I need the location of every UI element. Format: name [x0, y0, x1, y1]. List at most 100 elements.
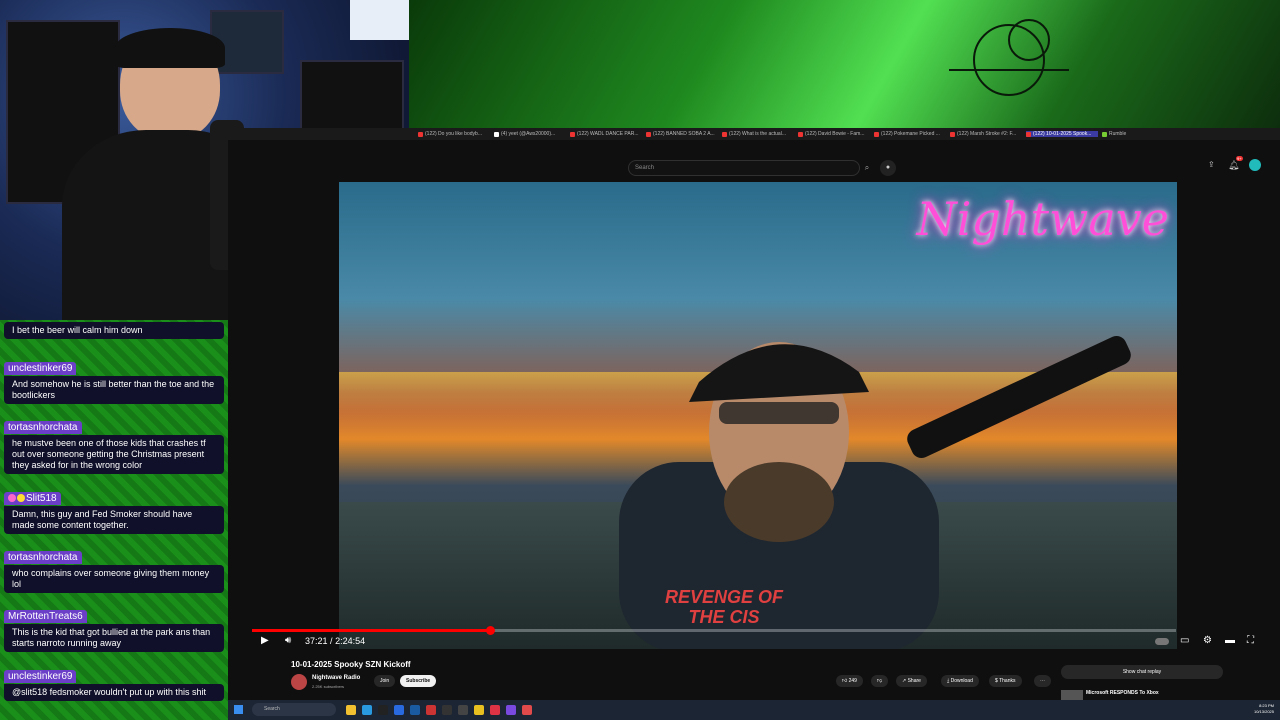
- search-icon[interactable]: ⌕: [860, 160, 874, 176]
- thanks-button[interactable]: $ Thanks: [989, 675, 1022, 687]
- tab-label: (122) Pokemane Picked ...: [881, 131, 940, 137]
- browser-tab[interactable]: (122) David Bowie - Fam...: [798, 131, 870, 137]
- banner-art: [949, 19, 1069, 96]
- youtube-icon: [646, 131, 651, 137]
- app-icon[interactable]: [426, 705, 436, 715]
- browser-tab[interactable]: (122) Marsh Stroke #2: F...: [950, 131, 1022, 137]
- steam-icon[interactable]: [410, 705, 420, 715]
- system-clock[interactable]: 8:23 PM 10/13/2025: [1254, 703, 1274, 715]
- settings-icon[interactable]: ⚙: [1203, 635, 1212, 646]
- youtube-icon: [570, 131, 575, 137]
- video-player[interactable]: Nightwave REVENGE OF THE CIS: [339, 182, 1177, 649]
- share-button[interactable]: ↗ Share: [896, 675, 927, 687]
- browser-tab[interactable]: (122) WADL DANCE PAR...: [570, 131, 642, 137]
- video-logo: Nightwave: [916, 192, 1169, 246]
- app-icon[interactable]: [506, 705, 516, 715]
- browser-tab[interactable]: (122) BANNED SOBA 2 A...: [646, 131, 718, 137]
- mic-icon[interactable]: ●: [880, 160, 896, 176]
- time-current: 37:21: [305, 636, 328, 646]
- more-actions-button[interactable]: ⋯: [1034, 675, 1051, 687]
- progress-bar[interactable]: [252, 626, 1176, 635]
- browser-tab[interactable]: (122) What is the actual...: [722, 131, 794, 137]
- progress-fill: [252, 629, 491, 632]
- recommended-video-title[interactable]: Microsoft RESPONDS To Xbox: [1086, 690, 1159, 696]
- clock-date: 10/13/2025: [1253, 709, 1274, 714]
- app-icon[interactable]: [522, 705, 532, 715]
- chat-username-with-badges: Slit518: [4, 492, 61, 505]
- chat-message: MrRottenTreats6 This is the kid that got…: [4, 606, 224, 652]
- like-count: 249: [848, 678, 857, 684]
- avatar[interactable]: [1249, 159, 1261, 171]
- time-display: 37:21 / 2:24:54: [305, 636, 365, 646]
- taskbar-search[interactable]: Search: [252, 703, 336, 716]
- chat-username: unclestinker69: [4, 670, 77, 683]
- notification-badge: 9+: [1236, 156, 1243, 161]
- channel-subscribers: 2.25K subscribers: [312, 684, 345, 689]
- download-label: Download: [950, 678, 973, 684]
- chat-text: @slit518 fedsmoker wouldn't put up with …: [4, 684, 224, 701]
- fullscreen-icon[interactable]: ⛶: [1247, 635, 1254, 646]
- create-icon[interactable]: ⇪: [1208, 160, 1215, 169]
- rumble-icon: [1102, 131, 1107, 137]
- tab-label: (122) Marsh Stroke #2: F...: [957, 131, 1017, 137]
- tab-label: (122) BANNED SOBA 2 A...: [653, 131, 715, 137]
- chat-username: tortasnhorchata: [4, 421, 82, 434]
- app-icon[interactable]: [474, 705, 484, 715]
- play-icon[interactable]: ▶: [261, 635, 269, 646]
- tab-label: (122) David Bowie - Fam...: [805, 131, 865, 137]
- autoplay-toggle[interactable]: [1155, 638, 1169, 645]
- join-button[interactable]: Join: [374, 675, 396, 687]
- search-input[interactable]: Search: [628, 160, 860, 176]
- edge-icon[interactable]: [362, 705, 372, 715]
- chat-message: Slit518 Damn, this guy and Fed Smoker sh…: [4, 488, 224, 534]
- download-button[interactable]: ⤓ Download: [941, 675, 979, 687]
- theater-icon[interactable]: ▬: [1225, 635, 1235, 646]
- x-icon: [494, 131, 499, 137]
- stream-banner: [409, 0, 1280, 128]
- windows-start-icon[interactable]: [234, 705, 243, 714]
- obs-icon[interactable]: [442, 705, 452, 715]
- chat-message: unclestinker69 @slit518 fedsmoker wouldn…: [4, 666, 224, 701]
- channel-name[interactable]: Nightwave Radio: [312, 675, 360, 681]
- chat-text: I bet the beer will calm him down: [4, 322, 224, 339]
- youtube-header: Search ⌕ ● ⇪ 🔔︎ 9+: [228, 140, 1280, 188]
- chat-text: he mustve been one of those kids that cr…: [4, 435, 224, 474]
- browser-tab[interactable]: (122) Do you like bodyb...: [418, 131, 490, 137]
- browser-tab-active[interactable]: (122) 10-01-2025 Spook...: [1026, 131, 1098, 137]
- channel-avatar[interactable]: [291, 674, 307, 690]
- like-button[interactable]: 👍︎ 249: [836, 675, 863, 687]
- show-chat-replay-button[interactable]: Show chat replay: [1061, 665, 1223, 679]
- browser-window: (122) Do you like bodyb... (4) yeet (@Aw…: [228, 128, 1280, 720]
- time-total: 2:24:54: [335, 636, 366, 646]
- tab-label: (122) What is the actual...: [729, 131, 786, 137]
- tab-bar: (122) Do you like bodyb... (4) yeet (@Aw…: [228, 128, 1280, 140]
- window-light: [350, 0, 409, 40]
- chat-message: I bet the beer will calm him down: [4, 322, 224, 339]
- chat-message: unclestinker69 And somehow he is still b…: [4, 358, 224, 404]
- browser-tab[interactable]: Rumble: [1102, 131, 1174, 137]
- opera-icon[interactable]: [490, 705, 500, 715]
- youtube-icon: [722, 131, 727, 137]
- bell-icon[interactable]: 🔔︎: [1228, 160, 1239, 171]
- chat-text: Damn, this guy and Fed Smoker should hav…: [4, 506, 224, 534]
- youtube-icon: [874, 131, 879, 137]
- browser-tab[interactable]: (4) yeet (@Aws20000)...: [494, 131, 566, 137]
- subscribe-button[interactable]: Subscribe: [400, 675, 437, 687]
- volume-icon[interactable]: 🔊︎: [285, 635, 291, 646]
- captions-icon[interactable]: ▭: [1180, 635, 1189, 646]
- file-explorer-icon[interactable]: [346, 705, 356, 715]
- chat-text: And somehow he is still better than the …: [4, 376, 224, 404]
- badge-icon: [8, 494, 16, 503]
- browser-tab[interactable]: (122) Pokemane Picked ...: [874, 131, 946, 137]
- time-separator: /: [330, 636, 333, 646]
- terminal-icon[interactable]: [378, 705, 388, 715]
- chat-text: who complains over someone giving them m…: [4, 565, 224, 593]
- tab-label: (122) WADL DANCE PAR...: [577, 131, 639, 137]
- app-icon[interactable]: [394, 705, 404, 715]
- dislike-button[interactable]: 👎︎: [871, 675, 889, 687]
- app-icon[interactable]: [458, 705, 468, 715]
- youtube-icon: [798, 131, 803, 137]
- chat-message: tortasnhorchata who complains over someo…: [4, 547, 224, 593]
- chat-username: tortasnhorchata: [4, 551, 82, 564]
- taskbar: Search 8:23 PM 10/13/2025: [228, 700, 1280, 720]
